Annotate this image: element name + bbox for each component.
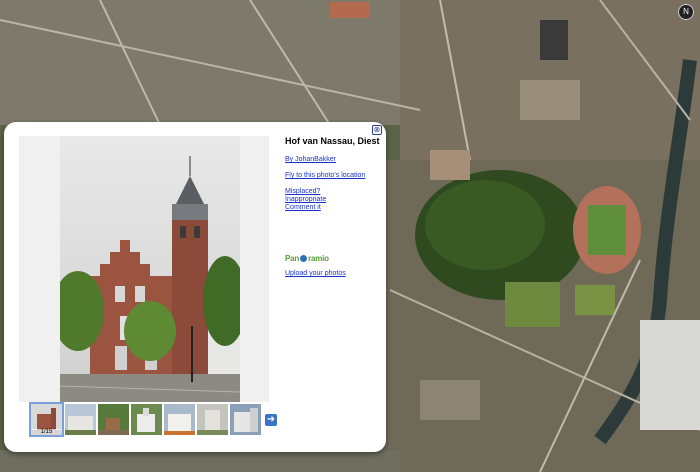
fly-to-location-link[interactable]: Fly to this photo's location <box>285 172 381 180</box>
thumbnail-image <box>98 404 129 435</box>
photo-details: Hof van Nassau, Diest By JohanBakker Fly… <box>285 136 381 278</box>
thumbnail-image <box>230 404 261 435</box>
comment-link[interactable]: Comment it <box>285 204 381 212</box>
thumbnail-4[interactable] <box>131 404 162 435</box>
author-link[interactable]: By JohanBakker <box>285 156 381 164</box>
thumbnail-1[interactable]: 1/15 <box>29 402 64 437</box>
misplaced-link[interactable]: Misplaced? <box>285 188 381 196</box>
compass-icon[interactable]: N <box>678 4 694 20</box>
photo-hof-van-nassau[interactable] <box>60 136 240 402</box>
logo-suffix: ramio <box>308 254 329 263</box>
panoramio-logo: Pan ramio <box>285 254 381 263</box>
thumbnail-counter: 1/15 <box>31 429 62 435</box>
inappropriate-link[interactable]: Inappropriate <box>285 196 381 204</box>
upload-photos-link[interactable]: Upload your photos <box>285 270 381 278</box>
thumbnail-6[interactable] <box>197 404 228 435</box>
photo-frame <box>19 136 269 402</box>
thumbnail-image <box>65 404 96 435</box>
thumbnail-image <box>131 404 162 435</box>
thumbnail-image <box>197 404 228 435</box>
logo-prefix: Pan <box>285 254 300 263</box>
thumbnail-2[interactable] <box>65 404 96 435</box>
building-photo <box>60 136 240 402</box>
photo-title: Hof van Nassau, Diest <box>285 136 380 146</box>
thumbnail-image <box>164 404 195 435</box>
close-icon[interactable]: ⊗ <box>372 125 382 135</box>
thumbnail-7[interactable] <box>230 404 261 435</box>
globe-icon <box>300 255 308 262</box>
next-arrow-icon[interactable]: ➜ <box>265 414 277 426</box>
thumbnail-5[interactable] <box>164 404 195 435</box>
thumbnail-3[interactable] <box>98 404 129 435</box>
photo-info-balloon: ⊗ Hof van Nassau, Diest By JohanBakker F… <box>4 122 386 452</box>
